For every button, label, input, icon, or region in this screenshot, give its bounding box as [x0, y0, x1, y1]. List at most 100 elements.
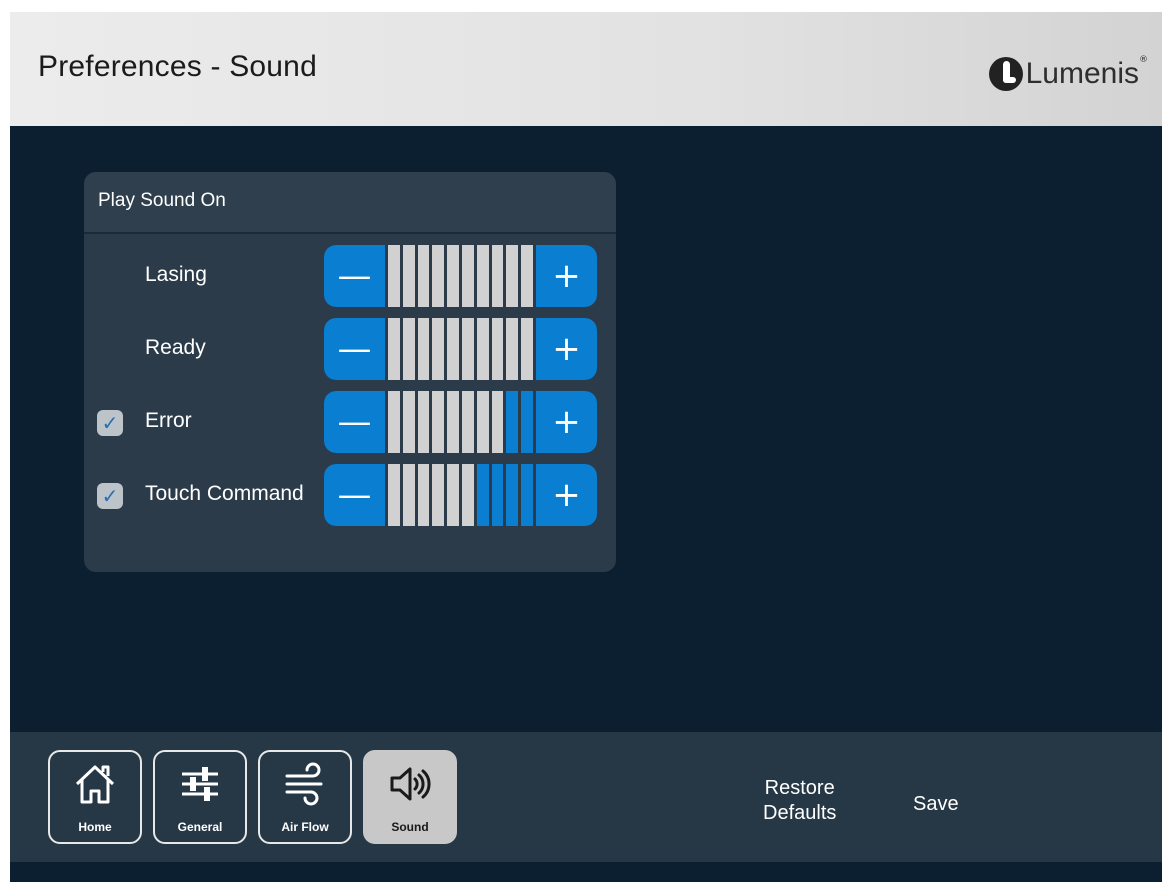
volume-segment: [447, 391, 459, 453]
logo-wordmark: Lumenis: [1025, 57, 1139, 90]
volume-control: — +: [324, 464, 597, 526]
volume-control: — +: [324, 391, 597, 453]
sound-row-ready: Ready — +: [84, 318, 616, 380]
volume-segment: [521, 391, 533, 453]
footer-bar: Home General Air Flow Sound Restore Defa…: [10, 732, 1162, 862]
volume-level-bar[interactable]: [385, 245, 536, 307]
lumenis-logo-mark-icon: [988, 57, 1023, 91]
volume-segment: [506, 464, 519, 526]
nav-air-flow-button[interactable]: Air Flow: [258, 750, 352, 844]
lumenis-logo: Lumenis ®: [988, 55, 1148, 92]
header-bar: Preferences - Sound Lumenis ®: [10, 12, 1162, 126]
nav-sound-button[interactable]: Sound: [363, 750, 457, 844]
panel-header: Play Sound On: [84, 172, 616, 234]
volume-segment: [417, 391, 430, 453]
panel-title: Play Sound On: [98, 190, 226, 211]
volume-decrease-button[interactable]: —: [324, 464, 385, 526]
sound-row-touch-command: ✓ Touch Command — +: [84, 464, 616, 526]
sound-row-error: ✓ Error — +: [84, 391, 616, 453]
volume-segment: [521, 464, 533, 526]
volume-segment: [491, 464, 504, 526]
checkmark-icon: ✓: [101, 484, 119, 508]
volume-segment: [417, 245, 430, 307]
checkmark-icon: ✓: [101, 411, 119, 435]
volume-control: — +: [324, 245, 597, 307]
volume-segment: [388, 318, 400, 380]
minus-icon: —: [337, 475, 372, 515]
volume-increase-button[interactable]: +: [536, 464, 597, 526]
volume-segment: [491, 318, 504, 380]
logo-registered-mark: ®: [1139, 55, 1148, 65]
volume-decrease-button[interactable]: —: [324, 318, 385, 380]
nav-home-button[interactable]: Home: [48, 750, 142, 844]
volume-segment: [402, 464, 415, 526]
volume-segment: [417, 318, 430, 380]
volume-segment: [402, 318, 415, 380]
nav-label: General: [177, 820, 223, 834]
volume-segment: [506, 245, 519, 307]
plus-icon: +: [552, 402, 581, 442]
restore-line-2: Defaults: [763, 802, 837, 824]
volume-segment: [476, 464, 489, 526]
volume-segment: [521, 245, 533, 307]
minus-icon: —: [337, 402, 372, 442]
volume-segment: [388, 391, 400, 453]
volume-segment: [432, 318, 445, 380]
sliders-icon: [182, 767, 218, 801]
volume-segment: [388, 245, 400, 307]
restore-defaults-button[interactable]: Restore Defaults: [763, 776, 836, 826]
nav-label: Air Flow: [281, 820, 329, 834]
row-label: Ready: [145, 336, 206, 359]
restore-line-1: Restore: [764, 777, 835, 799]
plus-icon: +: [552, 475, 581, 515]
volume-increase-button[interactable]: +: [536, 391, 597, 453]
row-label: Error: [145, 409, 192, 432]
volume-segment: [447, 245, 459, 307]
speaker-icon: [390, 767, 431, 801]
volume-increase-button[interactable]: +: [536, 245, 597, 307]
volume-segment: [432, 464, 445, 526]
nav-label: Sound: [391, 820, 429, 834]
touch-command-checkbox[interactable]: ✓: [97, 483, 123, 509]
volume-segment: [476, 318, 489, 380]
save-button[interactable]: Save: [913, 792, 959, 817]
volume-segment: [476, 391, 489, 453]
bottom-strip: [10, 862, 1162, 882]
volume-decrease-button[interactable]: —: [324, 245, 385, 307]
volume-segment: [506, 391, 519, 453]
preferences-screen: Preferences - Sound Lumenis ® Play Sound…: [10, 12, 1162, 882]
volume-segment: [447, 318, 459, 380]
minus-icon: —: [337, 329, 372, 369]
volume-segment: [417, 464, 430, 526]
volume-segment: [461, 318, 474, 380]
play-sound-panel: Play Sound On Lasing — + Ready — + ✓ Err…: [84, 172, 616, 572]
volume-segment: [447, 464, 459, 526]
row-label: Lasing: [145, 263, 207, 286]
volume-segment: [461, 464, 474, 526]
volume-increase-button[interactable]: +: [536, 318, 597, 380]
plus-icon: +: [552, 256, 581, 296]
sound-row-lasing: Lasing — +: [84, 245, 616, 307]
volume-level-bar[interactable]: [385, 318, 536, 380]
plus-icon: +: [552, 329, 581, 369]
volume-segment: [432, 245, 445, 307]
wind-icon: [285, 762, 323, 806]
nav-label: Home: [78, 820, 112, 834]
volume-segment: [461, 391, 474, 453]
volume-segment: [388, 464, 400, 526]
volume-segment: [521, 318, 533, 380]
minus-icon: —: [337, 256, 372, 296]
volume-segment: [432, 391, 445, 453]
error-checkbox[interactable]: ✓: [97, 410, 123, 436]
volume-decrease-button[interactable]: —: [324, 391, 385, 453]
nav-general-button[interactable]: General: [153, 750, 247, 844]
home-icon: [75, 765, 115, 804]
volume-level-bar[interactable]: [385, 464, 536, 526]
volume-segment: [461, 245, 474, 307]
volume-segment: [402, 245, 415, 307]
volume-segment: [476, 245, 489, 307]
volume-segment: [506, 318, 519, 380]
volume-level-bar[interactable]: [385, 391, 536, 453]
page-title: Preferences - Sound: [38, 50, 317, 83]
volume-segment: [491, 391, 504, 453]
